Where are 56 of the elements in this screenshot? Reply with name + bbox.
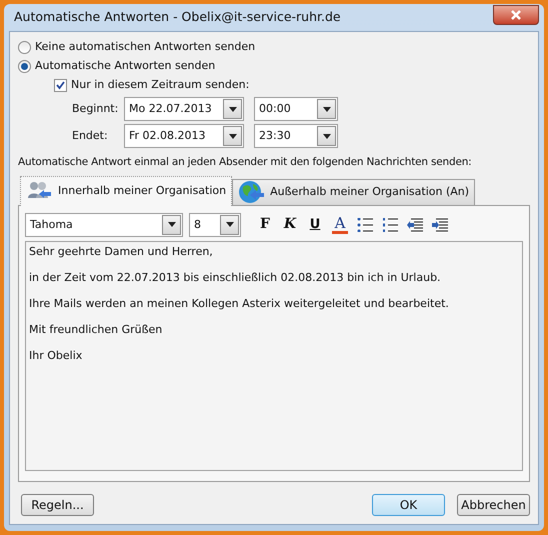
ok-button[interactable]: OK: [372, 494, 445, 516]
message-line: Ihre Mails werden an meinen Kollegen Asterix weitergeleitet und bearbeitet.: [29, 296, 450, 311]
globe-icon: [238, 180, 264, 204]
date-dropdown[interactable]: Fr 02.08.2013: [124, 124, 244, 148]
caret-icon: [226, 222, 234, 228]
cancel-button[interactable]: Abbrechen: [457, 494, 530, 516]
font-size-dropdown[interactable]: 8: [189, 212, 241, 237]
close-button[interactable]: [493, 4, 539, 24]
numbered-list-icon: [382, 218, 398, 232]
field-label: Beginnt:: [72, 100, 120, 117]
rules-button[interactable]: Regeln...: [21, 494, 94, 516]
radio-option[interactable]: Keine automatischen Antworten senden: [18, 38, 530, 57]
dropdown-button[interactable]: [223, 126, 242, 146]
field-value: Tahoma: [29, 216, 73, 232]
caret-icon: [322, 106, 330, 112]
caret-icon: [168, 222, 176, 228]
font-color-button[interactable]: A: [328, 214, 352, 236]
message-line: Ihr Obelix: [29, 348, 84, 363]
time-dropdown[interactable]: 23:30: [254, 124, 338, 148]
dropdown-button[interactable]: [220, 214, 239, 235]
radio-button[interactable]: [18, 60, 31, 73]
message-editor[interactable]: [25, 240, 523, 471]
italic-button[interactable]: K: [278, 214, 302, 236]
checkbox-option[interactable]: Nur in diesem Zeitraum senden:: [54, 76, 530, 95]
field-value: Mo 22.07.2013: [128, 100, 212, 117]
radio-option[interactable]: Automatische Antworten senden: [18, 57, 530, 76]
message-line: Sehr geehrte Damen und Herren,: [29, 244, 214, 259]
field-label: Endet:: [72, 128, 109, 144]
time-dropdown[interactable]: 00:00: [254, 97, 338, 121]
caret-icon: [228, 106, 236, 112]
caret-icon: [228, 134, 236, 138]
tab[interactable]: Innerhalb meiner Organisation: [20, 176, 232, 206]
window-title: Automatische Antworten - Obelix@it-service-ruhr.de: [13, 8, 341, 26]
field-value: 00:00: [258, 100, 291, 117]
checkbox[interactable]: [54, 79, 67, 92]
tab[interactable]: Außerhalb meiner Organisation (An): [232, 178, 476, 205]
instruction-text: Automatische Antwort einmal an jeden Absender mit den folgenden Nachrichten senden:: [18, 155, 472, 170]
date-dropdown[interactable]: Mo 22.07.2013: [124, 97, 244, 121]
bullet-list-icon: [357, 218, 373, 232]
dropdown-button[interactable]: [223, 99, 242, 119]
field-value: 23:30: [258, 128, 291, 144]
dropdown-button[interactable]: [162, 214, 181, 235]
field-value: 8: [193, 216, 201, 232]
font-dropdown[interactable]: Tahoma: [25, 212, 183, 237]
dropdown-button[interactable]: [317, 99, 336, 119]
message-line: in der Zeit vom 22.07.2013 bis einschließlich 02.08.2013 bin ich in Urlaub.: [29, 270, 442, 285]
close-icon: [510, 10, 522, 20]
radio-button[interactable]: [18, 41, 31, 54]
underline-button[interactable]: U: [303, 214, 327, 236]
indent-icon: [432, 218, 448, 232]
field-value: Fr 02.08.2013: [128, 128, 206, 144]
outdent-icon: [407, 218, 423, 232]
message-line: Mit freundlichen Grüßen: [29, 322, 164, 337]
dropdown-button[interactable]: [317, 126, 336, 146]
bold-button[interactable]: F: [253, 214, 277, 236]
caret-icon: [322, 134, 330, 138]
